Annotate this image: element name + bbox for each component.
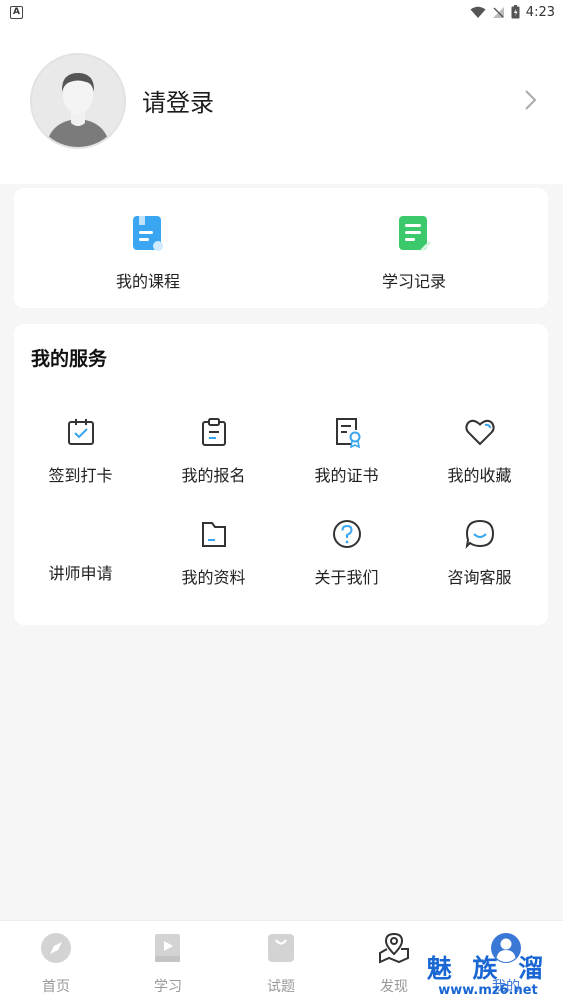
folder-icon xyxy=(201,522,226,547)
default-avatar-icon xyxy=(32,55,124,147)
service-checkin-label: 签到打卡 xyxy=(48,466,113,485)
service-certificate-label: 我的证书 xyxy=(314,466,379,485)
tab-exam[interactable]: 试题 xyxy=(225,931,337,996)
course-book-icon xyxy=(133,216,163,251)
tab-home[interactable]: 首页 xyxy=(0,931,112,996)
login-prompt[interactable]: 请登录 xyxy=(142,83,214,118)
tab-profile-label: 我的 xyxy=(492,979,520,995)
service-certificate[interactable]: 我的证书 xyxy=(280,416,413,486)
tab-profile[interactable]: 我的 xyxy=(450,931,562,996)
clipboard-icon xyxy=(201,418,226,446)
service-about-us-label: 关于我们 xyxy=(314,568,379,587)
tab-learning[interactable]: 学习 xyxy=(112,931,224,996)
heart-icon xyxy=(464,419,495,446)
service-registration-label: 我的报名 xyxy=(181,466,246,485)
tab-discover-label: 发现 xyxy=(380,979,408,995)
exam-bag-icon xyxy=(268,934,294,962)
service-materials-label: 我的资料 xyxy=(181,568,246,587)
status-bar: A 4:23 xyxy=(0,0,563,24)
service-lecturer-apply-label: 讲师申请 xyxy=(48,564,113,583)
status-time: 4:23 xyxy=(525,4,555,20)
study-record-label: 学习记录 xyxy=(381,272,446,291)
service-favorites[interactable]: 我的收藏 xyxy=(413,416,546,486)
shortcuts-card: 我的课程 学习记录 xyxy=(14,188,548,308)
service-customer-support[interactable]: 咨询客服 xyxy=(413,518,546,588)
service-lecturer-apply[interactable]: 讲师申请 xyxy=(14,518,147,584)
tab-discover[interactable]: 发现 xyxy=(338,931,450,996)
service-about-us[interactable]: 关于我们 xyxy=(280,518,413,588)
battery-icon xyxy=(511,5,520,19)
wifi-icon xyxy=(470,6,486,18)
my-courses-label: 我的课程 xyxy=(115,272,180,291)
avatar[interactable] xyxy=(30,53,126,149)
calendar-check-icon xyxy=(67,419,94,445)
discover-map-icon xyxy=(379,932,409,964)
service-customer-support-label: 咨询客服 xyxy=(447,568,512,587)
learning-book-icon xyxy=(155,934,180,962)
service-materials[interactable]: 我的资料 xyxy=(147,518,280,588)
no-signal-icon xyxy=(492,6,504,18)
service-registration[interactable]: 我的报名 xyxy=(147,416,280,486)
tab-home-label: 首页 xyxy=(42,979,70,995)
certificate-icon xyxy=(335,418,360,449)
services-title: 我的服务 xyxy=(31,348,108,370)
my-courses-shortcut[interactable]: 我的课程 xyxy=(68,214,228,292)
bottom-tab-bar: 首页 学习 试题 发现 我的 xyxy=(0,920,563,1002)
question-circle-icon xyxy=(332,520,361,548)
notification-a-icon: A xyxy=(10,5,23,19)
study-record-icon xyxy=(399,216,431,251)
study-record-shortcut[interactable]: 学习记录 xyxy=(334,214,494,292)
chat-bubble-icon xyxy=(465,519,494,549)
compass-icon xyxy=(41,933,71,963)
tab-exam-label: 试题 xyxy=(267,979,295,995)
chevron-right-icon[interactable] xyxy=(520,88,540,112)
lecturer-apply-icon xyxy=(65,518,97,550)
profile-header[interactable]: 请登录 xyxy=(0,24,563,184)
tab-learning-label: 学习 xyxy=(154,979,182,995)
user-profile-icon xyxy=(491,933,521,963)
service-checkin[interactable]: 签到打卡 xyxy=(14,416,147,486)
service-favorites-label: 我的收藏 xyxy=(447,466,512,485)
services-card: 我的服务 签到打卡 我的报名 我的证书 我的收藏 讲师申请 我的资料 关于我们 … xyxy=(14,324,548,625)
